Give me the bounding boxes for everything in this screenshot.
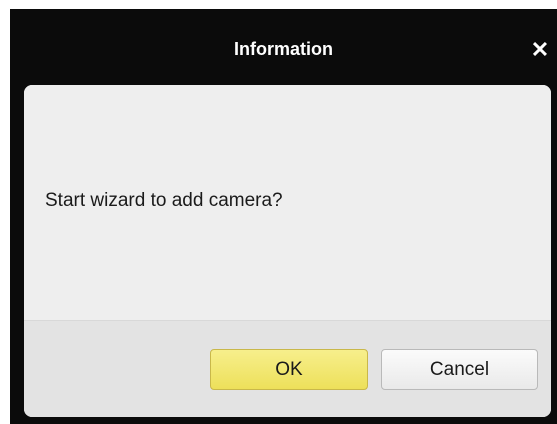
close-icon[interactable]: ✕ — [525, 35, 555, 65]
dialog-titlebar: Information ✕ — [10, 9, 557, 85]
information-dialog: Information ✕ Start wizard to add camera… — [10, 9, 557, 424]
dialog-title: Information — [234, 39, 333, 59]
cancel-button[interactable]: Cancel — [381, 349, 538, 390]
ok-button[interactable]: OK — [210, 349, 368, 390]
message-area: Start wizard to add camera? — [24, 85, 551, 320]
dialog-footer: OK Cancel — [24, 320, 551, 417]
dialog-body: Start wizard to add camera? OK Cancel — [24, 85, 551, 417]
dialog-message: Start wizard to add camera? — [45, 190, 283, 211]
